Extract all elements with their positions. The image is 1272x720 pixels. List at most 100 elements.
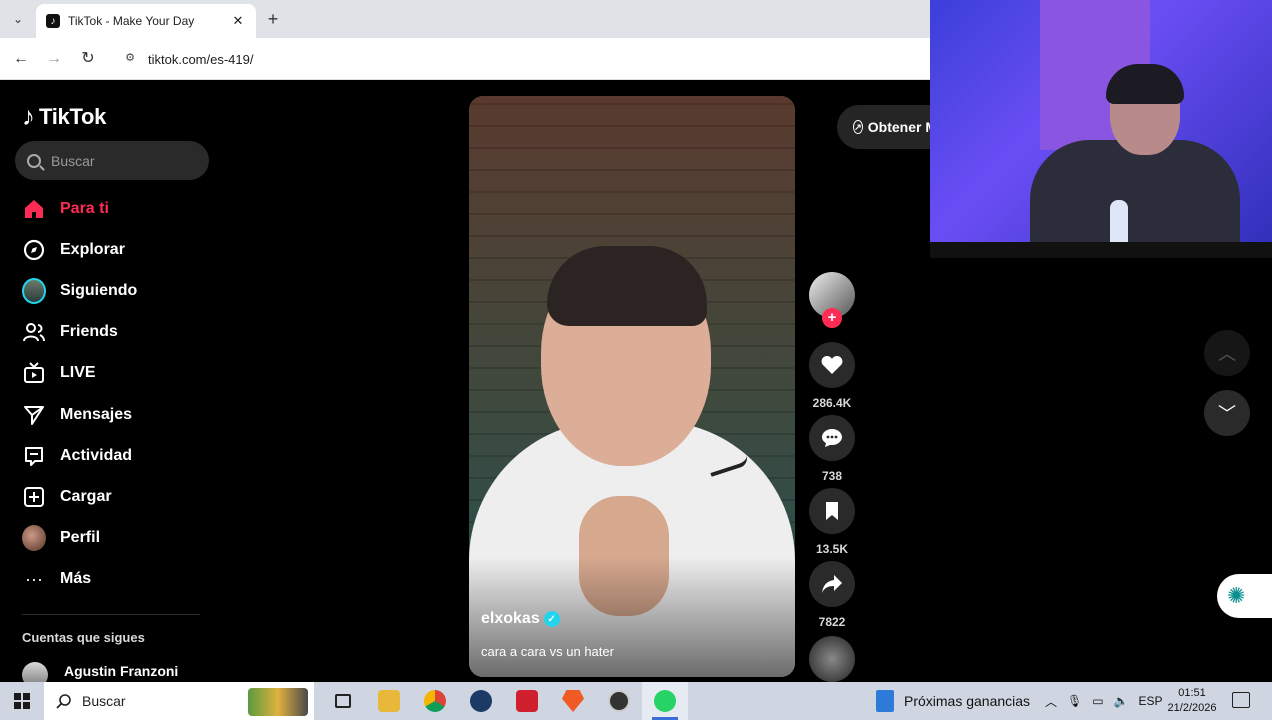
taskbar-search-label: Buscar (82, 693, 126, 709)
save-count: 13.5K (815, 542, 849, 556)
comment-icon[interactable] (809, 415, 855, 461)
whatsapp-icon[interactable] (642, 682, 688, 720)
reload-icon[interactable]: ↻ (77, 48, 99, 70)
stocks-widget[interactable]: Próximas ganancias (876, 682, 1030, 720)
video-author[interactable]: elxokas ✓ (481, 610, 560, 628)
heart-icon[interactable] (809, 342, 855, 388)
system-tray: ︿ 🎙 ▭ 🔈 ESP (1040, 682, 1168, 720)
webcam-desk (930, 242, 1272, 258)
microphone-icon[interactable]: 🎙 (1067, 694, 1082, 708)
next-video-button[interactable]: ﹀ (1204, 390, 1250, 436)
show-hidden-icons-chevron-icon[interactable]: ︿ (1045, 693, 1057, 710)
tab-title: TikTok - Make Your Day (68, 14, 195, 28)
notification-center-icon[interactable] (1232, 692, 1250, 708)
sidebar-item-friends[interactable]: Friends (22, 312, 212, 353)
forward-arrow-icon[interactable]: → (43, 48, 65, 70)
sidebar-item-label: Mensajes (60, 405, 133, 423)
following-section-title: Cuentas que sigues (22, 630, 145, 645)
file-explorer-icon[interactable] (366, 682, 412, 720)
taskbar-search[interactable]: Buscar (44, 682, 314, 720)
get-app-icon: ↗ (853, 120, 863, 134)
sidebar-item-siguiendo[interactable]: Siguiendo (22, 270, 212, 311)
comment-action[interactable]: 738 (809, 415, 855, 483)
clock-time: 01:51 (1178, 687, 1206, 699)
webcam-person-body (1030, 140, 1240, 258)
address-bar[interactable]: ⚙ tiktok.com/es-419/ (112, 44, 942, 74)
save-action[interactable]: 13.5K (809, 488, 855, 556)
sidebar-item-label: Friends (60, 323, 118, 341)
like-action[interactable]: 286.4K (809, 342, 855, 410)
widget-label: Próximas ganancias (904, 693, 1031, 709)
webcam-person-hair (1106, 64, 1184, 104)
browser-tab[interactable]: ♪ TikTok - Make Your Day ✕ (36, 4, 256, 38)
tab-search-chevron-icon[interactable]: ⌄ (6, 7, 30, 31)
network-icon[interactable]: ▭ (1092, 694, 1103, 708)
friends-icon (22, 320, 46, 344)
obs-icon[interactable] (596, 682, 642, 720)
followed-account-name: Agustin Franzoni (64, 663, 179, 679)
screen: ⌄ ♪ TikTok - Make Your Day ✕ + ← → ↻ ⚙ t… (0, 0, 1272, 720)
comment-count: 738 (821, 469, 843, 483)
document-chart-icon (876, 690, 894, 712)
sidebar-item-explorar[interactable]: Explorar (22, 229, 212, 270)
brave-icon[interactable] (550, 682, 596, 720)
sidebar-item-label: Más (60, 570, 92, 588)
sidebar-item-perfil[interactable]: Perfil (22, 518, 212, 559)
video-caption: cara a cara vs un hater (481, 644, 614, 659)
video-player[interactable]: elxokas ✓ cara a cara vs un hater (469, 96, 795, 677)
sidebar-item-cargar[interactable]: Cargar (22, 476, 212, 517)
search-icon (27, 153, 41, 168)
previous-video-button[interactable]: ︿ (1204, 330, 1250, 376)
tiktok-logo[interactable]: ♪ TikTok (22, 101, 106, 132)
tiktok-favicon-icon: ♪ (46, 14, 60, 28)
language-indicator[interactable]: ESP (1139, 694, 1163, 708)
task-view-icon[interactable] (320, 682, 366, 720)
music-disc-icon[interactable] (809, 636, 855, 682)
search-input[interactable]: Buscar (15, 141, 209, 180)
taskbar-apps (320, 682, 688, 720)
get-app-label: Obtener M (867, 119, 937, 135)
search-highlight-image (248, 688, 308, 716)
share-arrow-icon[interactable] (809, 561, 855, 607)
upload-plus-icon (22, 485, 46, 509)
chevron-down-icon: ﹀ (1218, 404, 1236, 424)
back-arrow-icon[interactable]: ← (10, 48, 32, 70)
url-text: tiktok.com/es-419/ (148, 51, 254, 67)
clock[interactable]: 01:51 21/2/2026 (1162, 686, 1222, 716)
amd-software-icon[interactable] (504, 682, 550, 720)
get-app-button[interactable]: ↗ Obtener M (837, 105, 937, 149)
sidebar-item-mas[interactable]: ··· Más (22, 559, 212, 600)
video-hair (547, 246, 707, 326)
steam-icon[interactable] (458, 682, 504, 720)
sidebar-item-label: Siguiendo (60, 281, 138, 299)
home-icon (22, 197, 46, 221)
sidebar-item-mensajes[interactable]: Mensajes (22, 394, 212, 435)
site-info-icon[interactable]: ⚙ (122, 51, 138, 67)
share-action[interactable]: 7822 (809, 561, 855, 629)
tab-close-icon[interactable]: ✕ (230, 13, 246, 29)
share-count: 7822 (818, 615, 846, 629)
webcam-overlay (930, 0, 1272, 258)
assistant-extension-button[interactable]: ✺ (1217, 574, 1272, 618)
sidebar-divider (22, 614, 200, 615)
sidebar-item-label: Cargar (60, 487, 112, 505)
volume-icon[interactable]: 🔈 (1114, 694, 1129, 708)
sidebar-item-label: Perfil (60, 529, 101, 547)
sidebar-item-label: Para ti (60, 199, 109, 217)
sidebar-item-live[interactable]: LIVE (22, 353, 212, 394)
profile-avatar (22, 525, 46, 552)
start-button[interactable] (0, 682, 44, 720)
sidebar-item-actividad[interactable]: Actividad (22, 435, 212, 476)
author-name[interactable]: elxokas (481, 610, 540, 628)
chrome-icon[interactable] (412, 682, 458, 720)
activity-icon (22, 444, 46, 468)
bookmark-icon[interactable] (809, 488, 855, 534)
sidebar-item-label: Actividad (60, 446, 133, 464)
logo-text: TikTok (39, 103, 107, 129)
follow-plus-button[interactable]: + (822, 308, 842, 328)
clock-date: 21/2/2026 (1167, 702, 1217, 714)
new-tab-button[interactable]: + (262, 8, 284, 30)
like-count: 286.4K (812, 396, 852, 410)
ai-assistant-icon: ✺ (1227, 583, 1246, 608)
sidebar-item-para-ti[interactable]: Para ti (22, 188, 212, 229)
